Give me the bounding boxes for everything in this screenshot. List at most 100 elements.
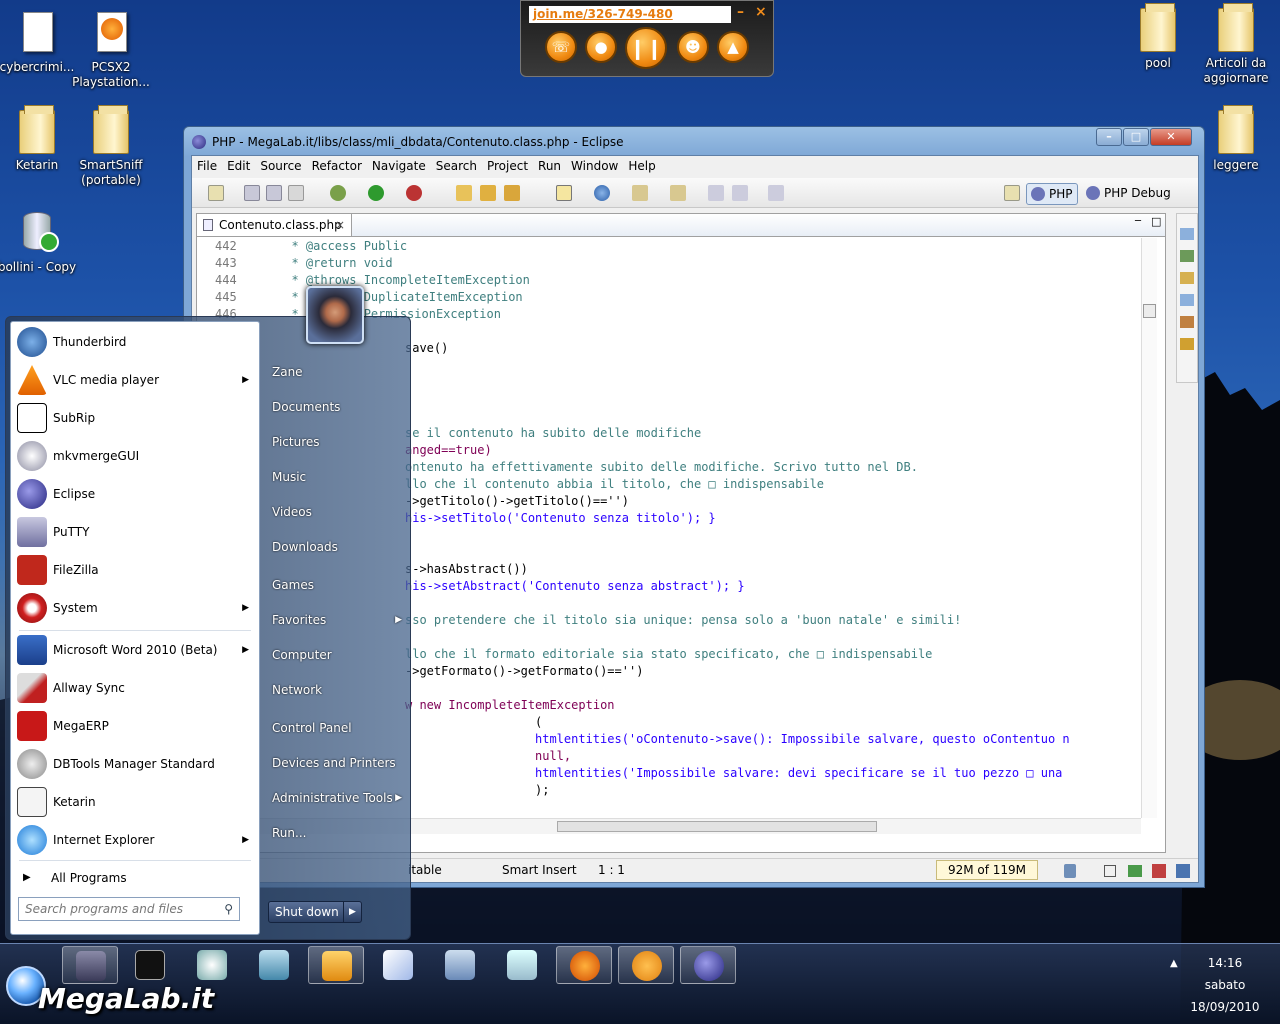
place-games[interactable]: Games [272,570,410,600]
taskbar-outlook[interactable] [308,946,364,984]
minimize-button[interactable]: – [1096,128,1122,146]
taskbar-transformer-app[interactable] [62,946,118,984]
debug-icon[interactable] [330,185,346,201]
menu-window[interactable]: Window [566,156,623,176]
restore-icon[interactable] [1104,865,1116,877]
last-edit-location-icon[interactable] [708,185,724,201]
forward-icon[interactable] [768,185,784,201]
place-videos[interactable]: Videos [272,497,410,527]
desktop-icon-cybercrime[interactable]: cybercrimi... [0,8,77,75]
close-button[interactable]: ✕ [1150,128,1192,146]
search-icon[interactable]: ⚲ [224,898,233,920]
place-network[interactable]: Network [272,675,410,705]
save-icon[interactable] [244,185,260,201]
menu-edit[interactable]: Edit [222,156,255,176]
menu-navigate[interactable]: Navigate [367,156,431,176]
place-documents[interactable]: Documents [272,392,410,422]
all-programs[interactable]: ▶ All Programs [11,860,259,896]
shutdown-options-arrow-icon[interactable]: ▶ [343,902,361,922]
chat-icon[interactable]: ● [585,31,617,63]
progress-icon[interactable] [1128,865,1142,877]
program-megaerp[interactable]: MegaERP [11,708,259,744]
desktop-icon-pool[interactable]: pool [1118,3,1198,71]
console-icon[interactable] [1152,864,1166,878]
program-system[interactable]: System ▶ [11,590,259,626]
outline-icon[interactable] [1180,228,1194,240]
back-icon[interactable] [732,185,748,201]
external-tools-icon[interactable] [406,185,422,201]
menu-project[interactable]: Project [482,156,533,176]
menu-source[interactable]: Source [255,156,306,176]
place-control-panel[interactable]: Control Panel [272,713,410,743]
program-eclipse[interactable]: Eclipse [11,476,259,512]
perspective-php[interactable]: PHP [1026,183,1078,205]
scroll-thumb[interactable] [1143,304,1156,318]
program-mkvmergegui[interactable]: mkvmergeGUI [11,438,259,474]
taskbar-notes[interactable] [494,946,550,984]
program-internet-explorer[interactable]: Internet Explorer ▶ [11,822,259,858]
taskbar-firefox[interactable] [556,946,612,984]
desktop-icon-leggere[interactable]: leggere [1196,105,1276,173]
menu-refactor[interactable]: Refactor [307,156,367,176]
open-perspective-icon[interactable] [1004,185,1020,201]
joinme-minimize-button[interactable]: – [737,4,744,20]
program-ketarin[interactable]: Ketarin [11,784,259,820]
maximize-button[interactable]: □ [1123,128,1149,146]
desktop-icon-articoli[interactable]: Articoli da aggiornare [1196,3,1276,86]
desktop-icon-pcsx2[interactable]: PCSX2 Playstation... [71,8,151,90]
open-folder-icon[interactable] [456,185,472,201]
menu-help[interactable]: Help [623,156,660,176]
vertical-scrollbar[interactable] [1141,238,1157,818]
place-run[interactable]: Run... [272,818,410,848]
taskbar-eclipse[interactable] [680,946,736,984]
desktop-icon-bollini[interactable]: bollini - Copy [0,208,77,275]
desktop-icon-ketarin[interactable]: Ketarin [0,105,77,173]
run-icon[interactable] [368,185,384,201]
user-avatar[interactable] [306,286,364,344]
search-view-icon[interactable] [1180,338,1194,350]
program-thunderbird[interactable]: Thunderbird [11,324,259,360]
close-tab-icon[interactable]: × [335,214,345,236]
tasks-icon[interactable] [1180,272,1194,284]
shutdown-button[interactable]: Shut down ▶ [268,901,362,923]
show-hidden-icons-arrow-icon[interactable]: ▲ [1170,958,1178,969]
place-downloads[interactable]: Downloads [272,532,410,562]
place-computer[interactable]: Computer [272,640,410,670]
problems-icon[interactable] [1180,294,1194,306]
program-allway-sync[interactable]: Allway Sync [11,670,259,706]
monitor-icon[interactable] [1176,864,1190,878]
minimize-view-icon[interactable]: ─ [1135,216,1141,227]
taskbar-virtualbox[interactable] [432,946,488,984]
phone-icon[interactable]: ☏ [545,31,577,63]
menu-run[interactable]: Run [533,156,566,176]
previous-annotation-icon[interactable] [670,185,686,201]
bookmarks-icon[interactable] [1180,316,1194,328]
program-subrip[interactable]: SubRip [11,400,259,436]
taskbar-network-app[interactable] [246,946,302,984]
heap-status[interactable]: 92M of 119M [936,860,1038,880]
desktop-icon-smartsniff[interactable]: SmartSniff (portable) [71,105,151,188]
save-all-icon[interactable] [266,185,282,201]
program-filezilla[interactable]: FileZilla [11,552,259,588]
place-user-zane[interactable]: Zane [272,357,410,387]
toggle-mark-occurrences-icon[interactable] [556,185,572,201]
place-favorites[interactable]: Favorites ▶ [272,605,410,635]
open-task-icon[interactable] [504,185,520,201]
program-putty[interactable]: PuTTY [11,514,259,550]
new-icon[interactable] [208,185,224,201]
program-word-2010[interactable]: Microsoft Word 2010 (Beta) ▶ [11,632,259,668]
print-icon[interactable] [288,185,304,201]
place-music[interactable]: Music [272,462,410,492]
trash-icon[interactable] [1064,864,1076,878]
pause-icon[interactable]: ❙❙ [625,27,667,69]
menu-file[interactable]: File [192,156,222,176]
globe-icon[interactable] [594,185,610,201]
taskbar-live-messenger[interactable] [184,946,240,984]
maximize-view-icon[interactable]: □ [1151,215,1161,228]
tab-contenuto-class-php[interactable]: Contenuto.class.php × [197,214,352,236]
menu-search[interactable]: Search [431,156,482,176]
type-hierarchy-icon[interactable] [1180,250,1194,262]
place-administrative-tools[interactable]: Administrative Tools ▶ [272,783,410,813]
place-devices-and-printers[interactable]: Devices and Printers [272,748,410,778]
program-dbtools[interactable]: DBTools Manager Standard [11,746,259,782]
